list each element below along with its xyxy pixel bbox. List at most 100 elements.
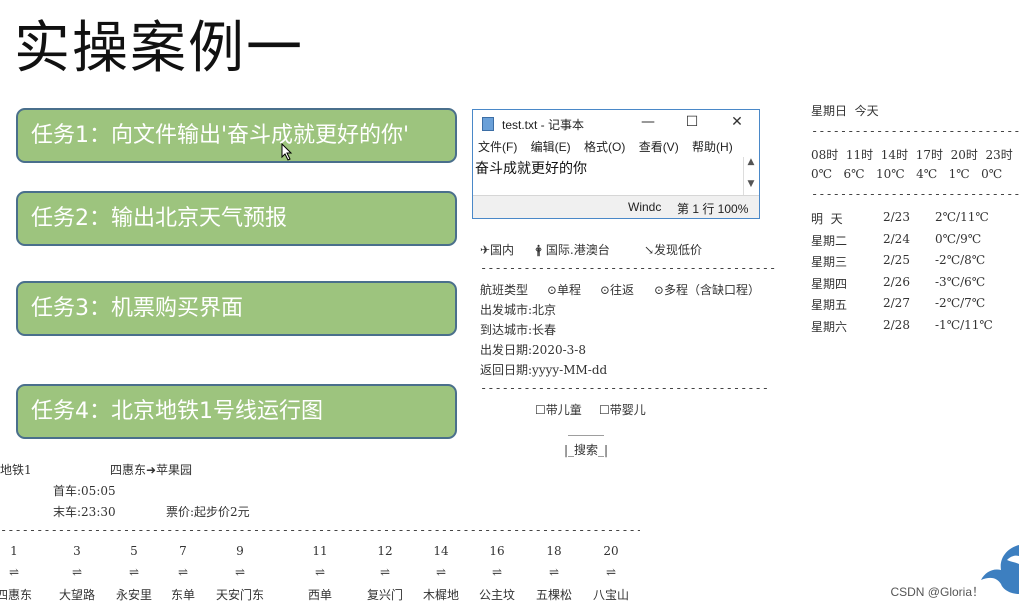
station-arrow-icon: ⇌: [314, 565, 326, 579]
station-name: 木樨地: [422, 588, 459, 602]
notepad-scrollbar[interactable]: ▲ ▼: [743, 157, 758, 195]
station-number: 7: [179, 544, 187, 558]
station-number: 9: [236, 544, 244, 558]
task-4-box[interactable]: 任务4：北京地铁1号线运行图: [16, 384, 457, 439]
station-name: 天安门东: [215, 588, 264, 602]
bird-logo-icon: [981, 545, 1019, 594]
watermark: CSDN @Gloria！: [890, 585, 984, 599]
forecast-temp: -1℃/11℃: [935, 318, 993, 332]
station-number: 3: [73, 544, 81, 558]
station-name: 四惠东: [0, 588, 32, 602]
maximize-button[interactable]: ☐: [677, 114, 707, 130]
menu-view[interactable]: 查看(V): [639, 140, 679, 154]
mouse-cursor-icon: [281, 143, 293, 161]
forecast-date: 2/26: [883, 275, 910, 289]
flight-tab-domestic: ✈国内: [480, 243, 515, 257]
menu-file[interactable]: 文件(F): [478, 140, 517, 154]
flight-tab-international: 🛉 国际.港澳台: [535, 243, 610, 257]
station-arrow-icon: ⇌: [8, 565, 20, 579]
forecast-temp: -2℃/7℃: [935, 296, 986, 310]
station-name: 永安里: [115, 588, 152, 602]
station-number: 16: [489, 544, 505, 558]
task-3-box[interactable]: 任务3：机票购买界面: [16, 281, 457, 336]
station-number: 20: [603, 544, 619, 558]
station-arrow-icon: ⇌: [234, 565, 246, 579]
scroll-down-icon[interactable]: ▼: [744, 179, 758, 189]
forecast-temp: 2℃/11℃: [935, 210, 989, 224]
notepad-statusbar: Windc 第 1 行 100%: [473, 195, 759, 218]
station-arrow-icon: ⇌: [177, 565, 189, 579]
subway-fare: 票价:起步价2元: [166, 505, 250, 519]
weather-temps: 0℃ 6℃ 10℃ 4℃ 1℃ 0℃: [811, 167, 1003, 181]
flight-depart-city: 出发城市:北京: [480, 303, 557, 317]
flight-depart-date: 出发日期:2020-3-8: [480, 343, 586, 357]
task-1-box[interactable]: 任务1：向文件输出'奋斗成就更好的你': [16, 108, 457, 163]
forecast-date: 2/27: [883, 296, 910, 310]
flight-arrive-city: 到达城市:长春: [480, 323, 557, 337]
scroll-up-icon[interactable]: ▲: [744, 157, 758, 167]
task-2-box[interactable]: 任务2：输出北京天气预报: [16, 191, 457, 246]
station-number: 12: [377, 544, 393, 558]
subway-last-train: 末车:23:30: [53, 505, 116, 519]
station-number: 18: [546, 544, 562, 558]
subway-line: 地铁1: [0, 463, 32, 477]
flight-type-roundtrip: ⊙往返: [600, 283, 635, 297]
flight-type-oneway: ⊙单程: [547, 283, 582, 297]
weather-header: 星期日 今天: [811, 104, 879, 118]
station-arrow-icon: ⇌: [548, 565, 560, 579]
close-button[interactable]: ✕: [722, 114, 752, 130]
forecast-day: 星期六: [811, 320, 848, 334]
menu-format[interactable]: 格式(O): [584, 140, 625, 154]
flight-divider-2: ----------------------------------------…: [480, 381, 770, 395]
station-arrow-icon: ⇌: [128, 565, 140, 579]
forecast-temp: -2℃/8℃: [935, 253, 986, 267]
status-position: 第 1 行 100%: [677, 202, 749, 216]
notepad-window[interactable]: test.txt - 记事本 — ☐ ✕ 文件(F) 编辑(E) 格式(O) 查…: [472, 109, 760, 219]
slide-title: 实操案例一: [14, 16, 304, 81]
station-name: 八宝山: [592, 588, 629, 602]
station-name: 五棵松: [535, 588, 572, 602]
station-arrow-icon: ⇌: [491, 565, 503, 579]
station-number: 11: [312, 544, 328, 558]
weather-divider-2: ------------------------------: [811, 187, 1019, 201]
subway-first-train: 首车:05:05: [53, 484, 116, 498]
station-arrow-icon: ⇌: [71, 565, 83, 579]
status-encoding: Windc: [628, 200, 662, 214]
notepad-title: test.txt - 记事本: [502, 118, 585, 132]
flight-type-label: 航班类型: [480, 283, 529, 297]
station-name: 公主坟: [478, 588, 515, 602]
weather-divider: ------------------------------: [811, 124, 1019, 138]
weather-hours: 08时 11时 14时 17时 20时 23时: [811, 148, 1013, 162]
station-arrow-icon: ⇌: [605, 565, 617, 579]
flight-tab-lowprice: ↘发现低价: [644, 243, 703, 257]
station-name: 西单: [307, 588, 332, 602]
flight-child-option: ☐带儿童: [535, 403, 582, 417]
menu-help[interactable]: 帮助(H): [692, 140, 733, 154]
forecast-day: 星期五: [811, 298, 848, 312]
station-name: 东单: [170, 588, 195, 602]
notepad-titlebar[interactable]: test.txt - 记事本 — ☐ ✕: [473, 110, 759, 138]
forecast-day: 星期二: [811, 234, 848, 248]
station-arrow-icon: ⇌: [379, 565, 391, 579]
station-arrow-icon: ⇌: [435, 565, 447, 579]
minimize-button[interactable]: —: [633, 114, 663, 130]
forecast-day: 星期四: [811, 277, 848, 291]
notepad-text-area[interactable]: 奋斗成就更好的你: [475, 158, 743, 194]
flight-divider: ----------------------------------------…: [480, 261, 776, 275]
flight-return-date: 返回日期:yyyy-MM-dd: [480, 363, 608, 377]
menu-edit[interactable]: 编辑(E): [531, 140, 571, 154]
forecast-day: 明 天: [811, 212, 843, 226]
flight-type-multi: ⊙多程（含缺口程）: [654, 283, 761, 297]
station-name: 复兴门: [366, 588, 403, 602]
forecast-date: 2/23: [883, 210, 910, 224]
forecast-temp: -3℃/6℃: [935, 275, 986, 289]
forecast-day: 星期三: [811, 255, 848, 269]
subway-divider: ----------------------------------------…: [0, 523, 640, 537]
station-name: 大望路: [58, 588, 95, 602]
forecast-date: 2/24: [883, 232, 910, 246]
forecast-date: 2/25: [883, 253, 910, 267]
forecast-date: 2/28: [883, 318, 910, 332]
notepad-icon: [482, 117, 494, 131]
notepad-menubar: 文件(F) 编辑(E) 格式(O) 查看(V) 帮助(H): [473, 138, 759, 156]
subway-route: 四惠东➜苹果园: [110, 463, 193, 477]
